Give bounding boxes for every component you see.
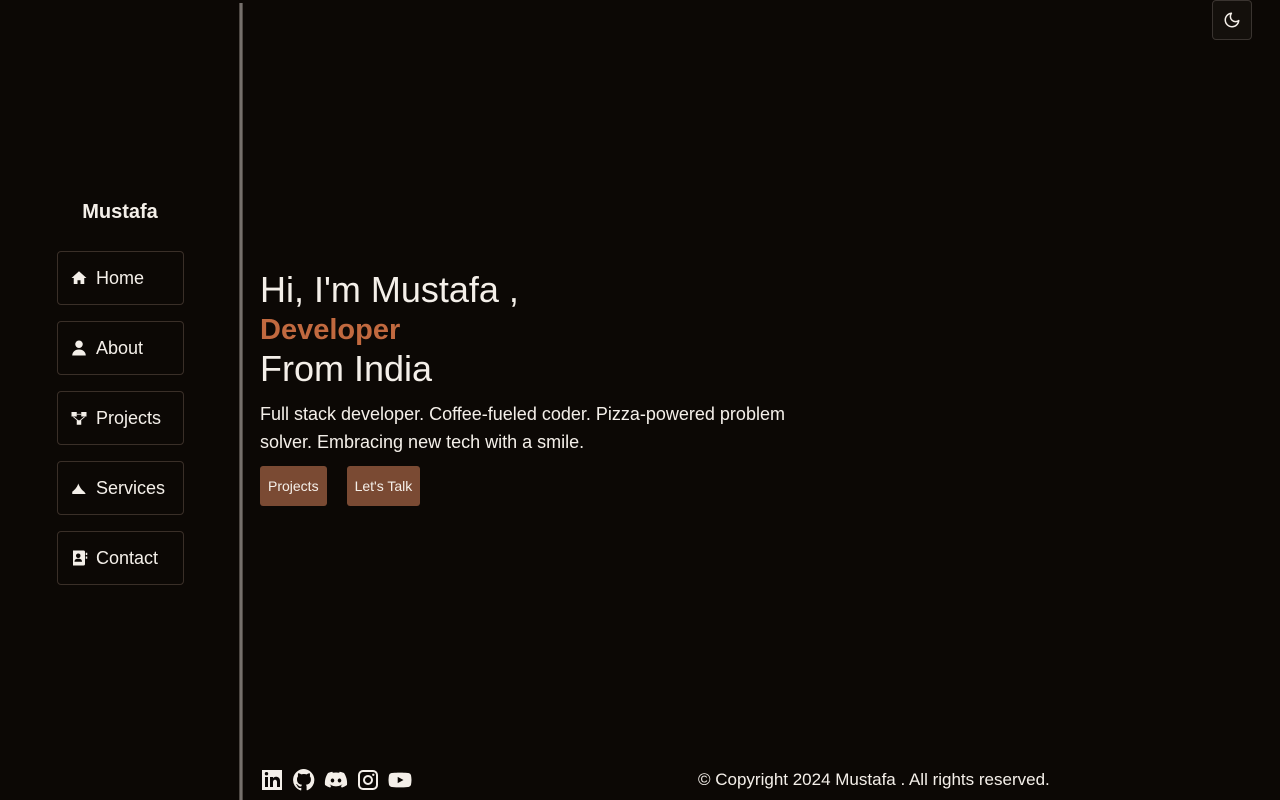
sidebar-divider	[239, 3, 243, 800]
lets-talk-button[interactable]: Let's Talk	[346, 466, 421, 506]
discord-icon[interactable]	[324, 767, 348, 793]
instagram-icon[interactable]	[356, 767, 380, 793]
hero-location: From India	[260, 348, 433, 389]
hero-actions: Projects Let's Talk	[260, 466, 800, 506]
nav-item-label: Projects	[96, 407, 162, 428]
hero-section: Hi, I'm Mustafa , Developer From India F…	[260, 268, 800, 506]
nav-item-label: Services	[96, 477, 166, 498]
github-icon[interactable]	[292, 767, 316, 793]
projects-icon	[70, 409, 88, 427]
sidebar: Mustafa Home About Projects Services Con…	[0, 0, 240, 800]
hero-greeting: Hi, I'm Mustafa ,	[260, 269, 519, 310]
youtube-icon[interactable]	[388, 767, 412, 793]
hero-description: Full stack developer. Coffee-fueled code…	[260, 404, 785, 452]
copyright-text: © Copyright 2024 Mustafa . All rights re…	[698, 770, 1050, 789]
projects-button[interactable]: Projects	[260, 466, 327, 506]
brand-name[interactable]: Mustafa	[0, 201, 240, 224]
linkedin-icon[interactable]	[260, 767, 284, 793]
nav-item-home[interactable]: Home	[57, 251, 184, 305]
theme-toggle-button[interactable]	[1212, 0, 1252, 40]
nav-item-contact[interactable]: Contact	[57, 531, 184, 585]
contact-icon	[70, 549, 88, 567]
nav-item-services[interactable]: Services	[57, 461, 184, 515]
nav-item-projects[interactable]: Projects	[57, 391, 184, 445]
home-icon	[70, 269, 88, 287]
user-icon	[70, 339, 88, 357]
hero-role: Developer	[260, 314, 401, 346]
nav-item-label: About	[96, 337, 144, 358]
services-icon	[70, 479, 88, 497]
nav-item-label: Contact	[96, 547, 159, 568]
social-links	[260, 767, 412, 793]
nav-item-label: Home	[96, 267, 145, 288]
moon-icon	[1224, 12, 1240, 28]
nav-item-about[interactable]: About	[57, 321, 184, 375]
